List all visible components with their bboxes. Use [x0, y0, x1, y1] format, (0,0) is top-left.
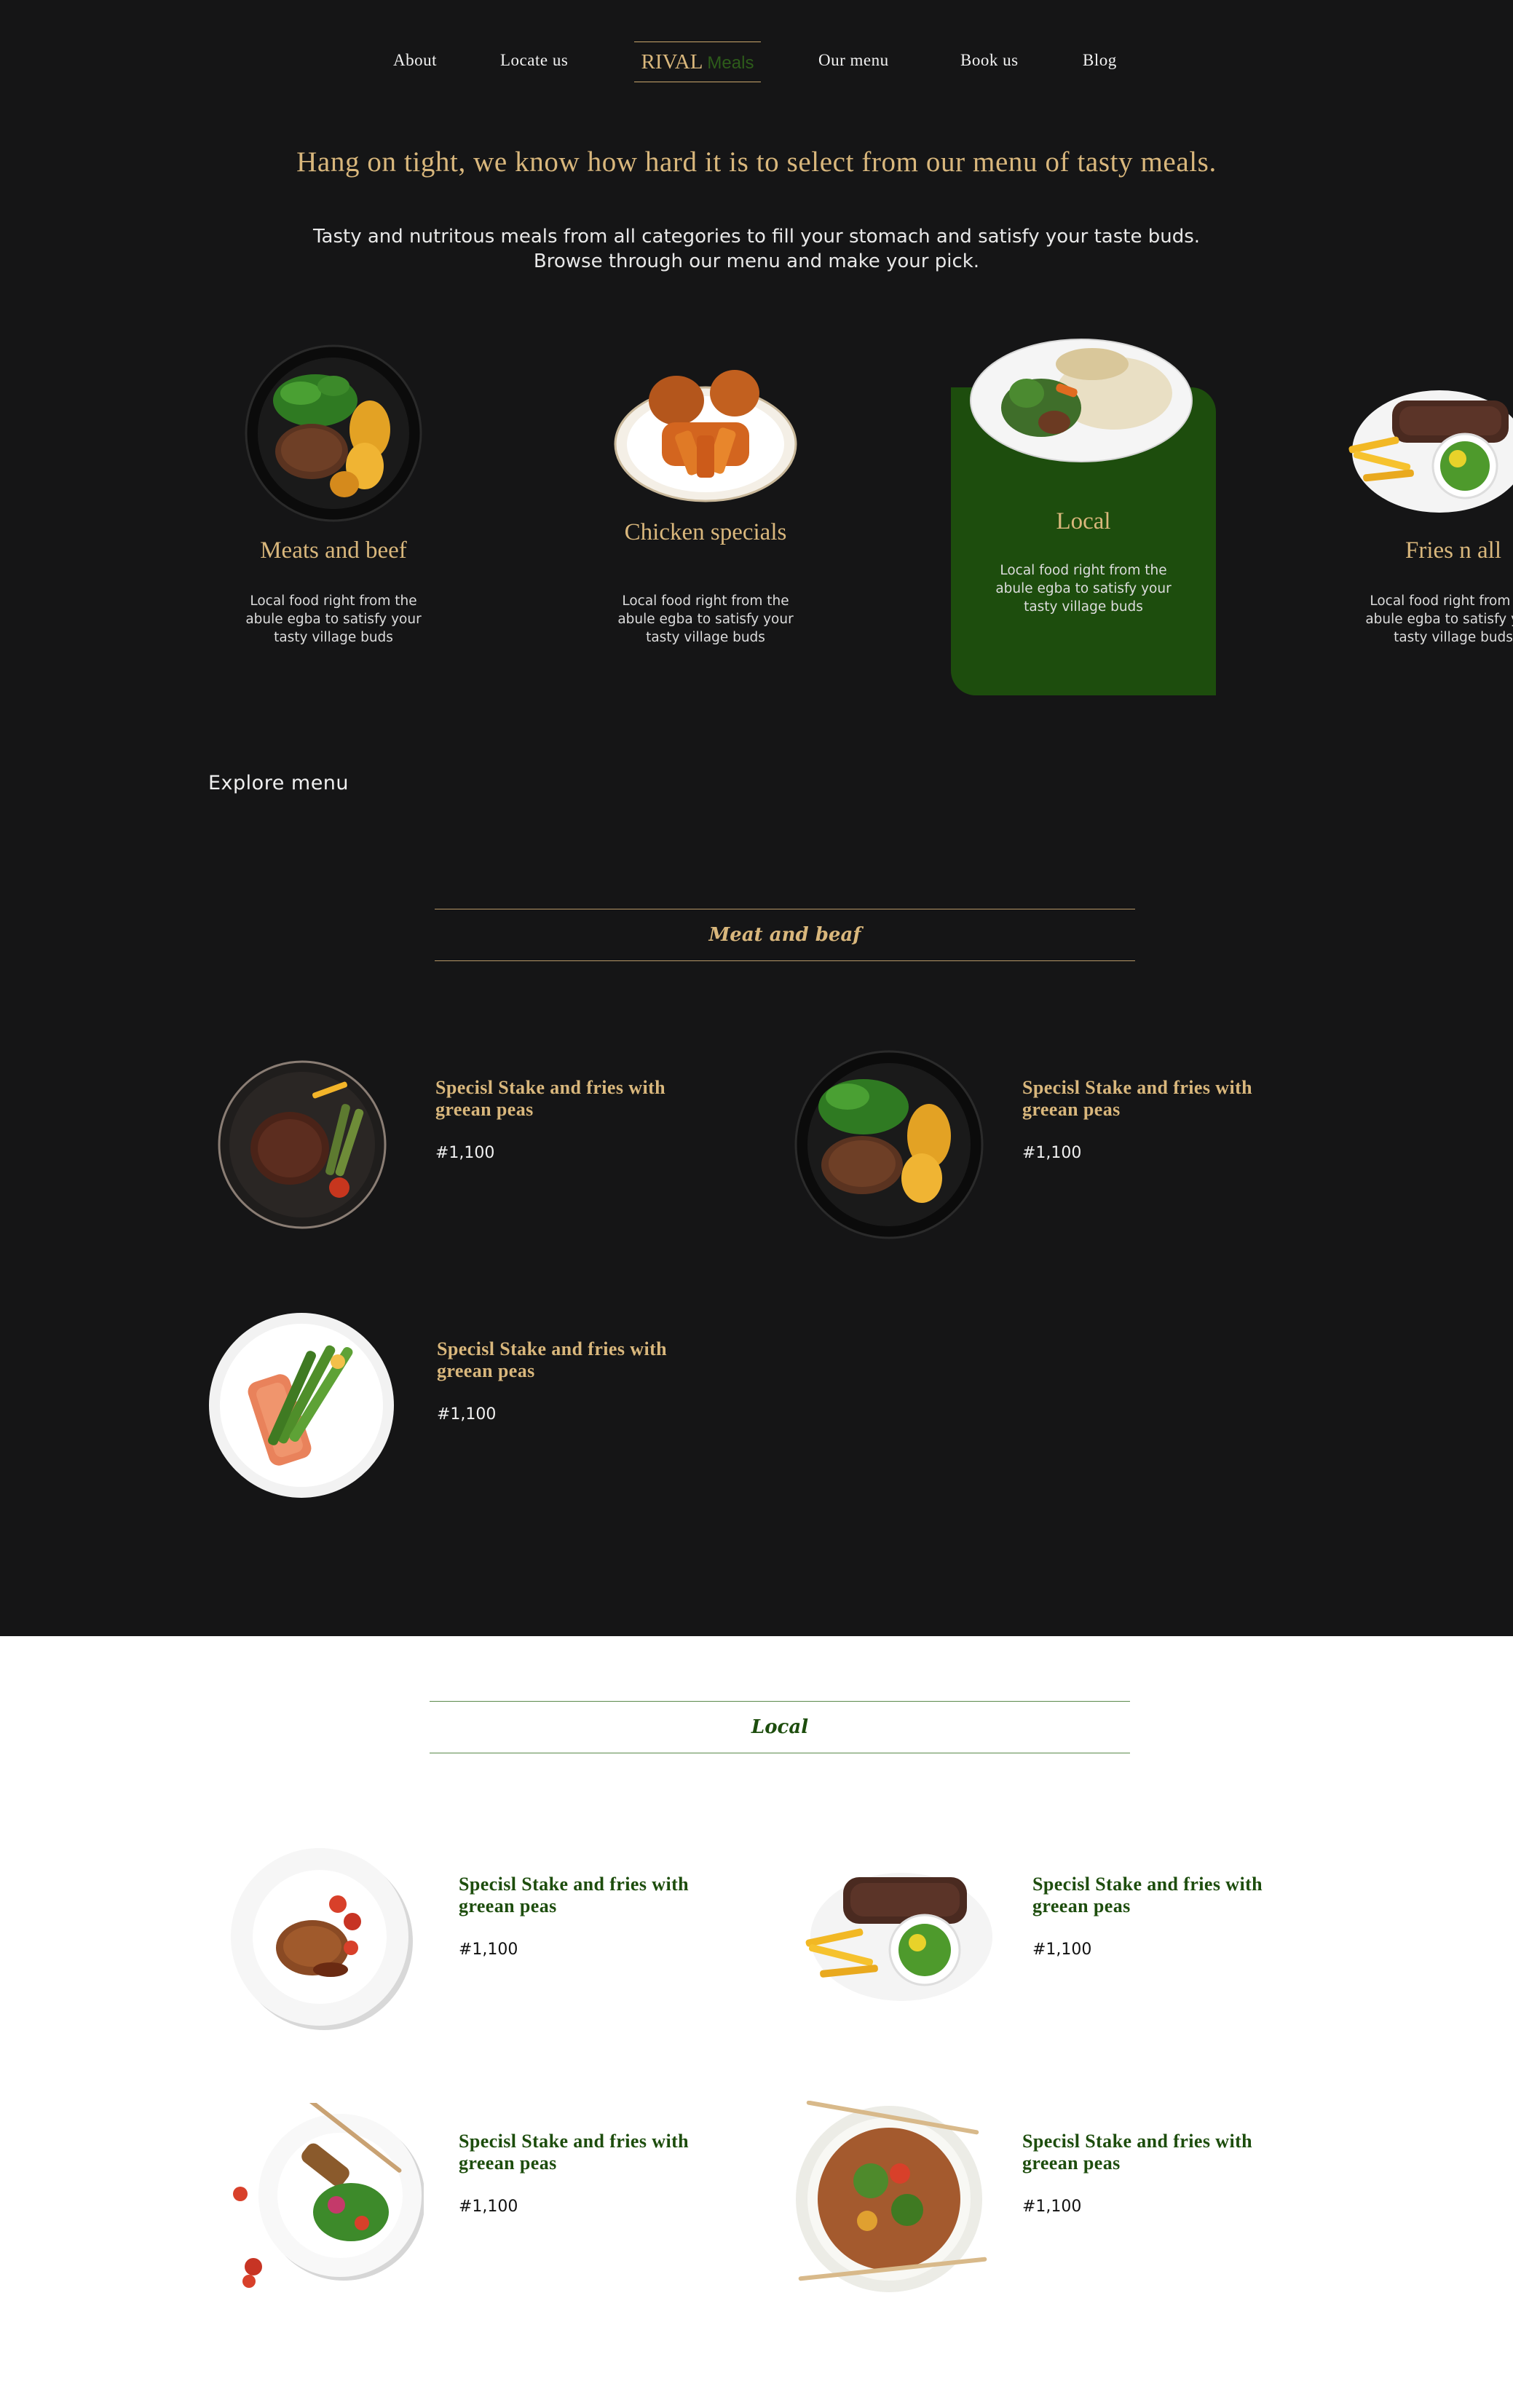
- nav-blog-link[interactable]: Blog: [1083, 51, 1117, 70]
- item-price: #1,100: [435, 1144, 495, 1162]
- item-price: #1,100: [1022, 2198, 1082, 2216]
- item-price: #1,100: [437, 1405, 497, 1424]
- category-card-fries[interactable]: Fries n all Local food right from the ab…: [1322, 335, 1513, 684]
- nav-about-link[interactable]: About: [393, 51, 437, 70]
- category-desc: Local food right from the abule egba to …: [245, 593, 422, 645]
- page-headline: Hang on tight, we know how hard it is to…: [296, 146, 1217, 178]
- steak-salad-plate-icon: [245, 344, 422, 522]
- page-subline: Tasty and nutritous meals from all categ…: [0, 224, 1513, 274]
- chicken-fries-plate-icon: [614, 370, 797, 502]
- category-title: Meats and beef: [260, 537, 407, 564]
- salmon-asparagus-plate-icon: [209, 1313, 394, 1498]
- category-desc: Local food right from the abule egba to …: [1365, 593, 1513, 645]
- kebab-salad-plate-icon: [233, 2103, 424, 2288]
- item-price: #1,100: [1022, 1144, 1082, 1162]
- section-header-local: Local: [430, 1701, 1130, 1753]
- item-price: #1,100: [1032, 1941, 1092, 1959]
- top-nav: About Locate us RIVAL Meals Our menu Book…: [0, 42, 1513, 82]
- nav-book-link[interactable]: Book us: [960, 51, 1019, 70]
- item-name: Specisl Stake and fries with greean peas: [1032, 1874, 1263, 1916]
- item-name: Specisl Stake and fries with greean peas: [459, 1874, 690, 1916]
- grilled-meat-plate-icon: [231, 1848, 413, 2030]
- logo-main-text: RIVAL: [641, 50, 703, 74]
- category-card-local[interactable]: Local Local food right from the abule eg…: [951, 335, 1216, 695]
- category-desc: Local food right from the abule egba to …: [995, 563, 1172, 615]
- category-card-meats[interactable]: Meats and beef Local food right from the…: [202, 335, 465, 684]
- nav-locate-link[interactable]: Locate us: [500, 51, 568, 70]
- category-title: Local: [1056, 508, 1111, 534]
- category-card-chicken[interactable]: Chicken specials Local food right from t…: [574, 335, 837, 684]
- subline-1: Tasty and nutritous meals from all categ…: [312, 226, 1201, 248]
- nav-menu-link[interactable]: Our menu: [818, 51, 889, 70]
- category-title: Chicken specials: [624, 519, 787, 545]
- steak-asparagus-plate-icon: [218, 1060, 387, 1229]
- item-name: Specisl Stake and fries with greean peas: [435, 1077, 666, 1120]
- ribs-fries-plate-icon: [1348, 390, 1513, 513]
- subline-2: Browse through our menu and make your pi…: [533, 250, 980, 272]
- category-title: Fries n all: [1405, 537, 1501, 564]
- rice-broccoli-plate-icon: [970, 339, 1193, 462]
- item-name: Specisl Stake and fries with greean peas: [1022, 2131, 1253, 2174]
- category-desc: Local food right from the abule egba to …: [617, 593, 794, 645]
- item-name: Specisl Stake and fries with greean peas: [459, 2131, 690, 2174]
- item-price: #1,100: [459, 2198, 518, 2216]
- item-name: Specisl Stake and fries with greean peas: [437, 1338, 668, 1381]
- item-price: #1,100: [459, 1941, 518, 1959]
- logo-sub-text: Meals: [707, 53, 754, 73]
- brand-logo[interactable]: RIVAL Meals: [634, 42, 761, 82]
- steak-salad-plate-icon: [794, 1050, 984, 1239]
- stir-fry-plate-icon: [796, 2101, 987, 2292]
- item-name: Specisl Stake and fries with greean peas: [1022, 1077, 1253, 1120]
- ribs-fries-plate-icon: [805, 1873, 992, 2001]
- explore-menu-link[interactable]: Explore menu: [208, 772, 349, 794]
- section-header-meat: Meat and beaf: [435, 909, 1135, 961]
